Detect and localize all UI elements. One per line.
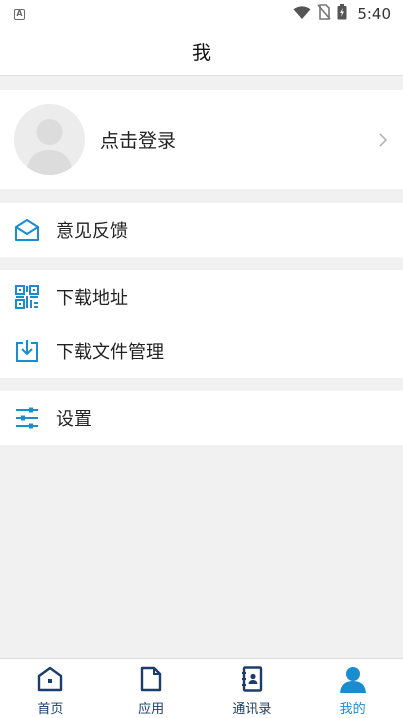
feedback-section: 意见反馈	[0, 203, 403, 257]
notification-a-icon: A	[14, 8, 25, 20]
no-sim-icon	[317, 4, 331, 24]
tab-label-apps: 应用	[138, 702, 165, 717]
menu-item-download-address[interactable]: 下载地址	[0, 270, 403, 324]
status-bar: A 5:40	[0, 0, 403, 28]
tab-label-mine: 我的	[339, 702, 366, 717]
menu-item-download-manager[interactable]: 下载文件管理	[0, 324, 403, 378]
status-right: 5:40	[293, 4, 391, 24]
menu-item-feedback[interactable]: 意见反馈	[0, 203, 403, 257]
wifi-icon	[293, 5, 311, 24]
menu-label-download-address: 下载地址	[56, 288, 128, 309]
mail-open-icon	[14, 217, 40, 243]
download-tray-icon	[14, 338, 40, 364]
login-row[interactable]: 点击登录	[0, 90, 403, 189]
settings-section: 设置	[0, 391, 403, 445]
battery-charging-icon	[337, 4, 347, 24]
sliders-icon	[14, 405, 40, 431]
tab-label-home: 首页	[37, 702, 64, 717]
login-label: 点击登录	[100, 130, 177, 152]
chevron-right-icon	[379, 132, 388, 151]
menu-item-settings[interactable]: 设置	[0, 391, 403, 445]
tab-mine[interactable]: 我的	[302, 659, 403, 718]
page-title: 我	[191, 42, 211, 64]
status-left: A	[14, 8, 25, 20]
person-icon	[339, 665, 367, 693]
tab-contacts[interactable]: 通讯录	[202, 659, 303, 718]
tab-label-contacts: 通讯录	[232, 702, 272, 717]
menu-label-feedback: 意见反馈	[56, 221, 128, 242]
tab-home[interactable]: 首页	[0, 659, 101, 718]
bottom-tab-bar: 首页 应用 通讯录 我的	[0, 658, 403, 718]
menu-label-settings: 设置	[56, 409, 92, 430]
qr-code-icon	[14, 284, 40, 310]
document-icon	[137, 665, 165, 693]
avatar	[14, 104, 85, 175]
tab-apps[interactable]: 应用	[101, 659, 202, 718]
status-time: 5:40	[357, 5, 391, 23]
contacts-icon	[238, 665, 266, 693]
menu-label-download-manager: 下载文件管理	[56, 342, 164, 363]
home-icon	[36, 665, 64, 693]
default-avatar-icon	[26, 119, 73, 175]
download-section: 下载地址 下载文件管理	[0, 270, 403, 378]
screen: A 5:40 我 点击登录 意见反馈 下载地址 下载文件管理 设置 首页 应用 …	[0, 0, 403, 718]
title-bar: 我	[0, 28, 403, 76]
